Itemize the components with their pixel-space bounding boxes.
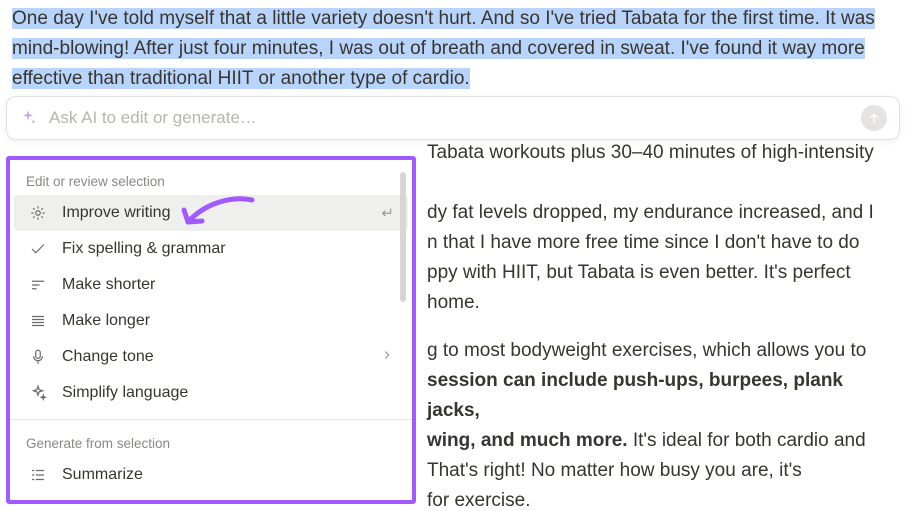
body-line: g to most bodyweight exercises, which al… [427,336,898,366]
menu-label: Make shorter [62,276,394,294]
menu-label: Improve writing [62,204,367,222]
summarize-icon [28,465,48,485]
body-line: n that I have more free time since I don… [427,228,898,258]
body-line: That's right! No matter how busy you are… [427,456,898,486]
shorter-icon [28,275,48,295]
body-line: for exercise. [427,486,898,511]
menu-label: Change tone [62,348,366,366]
body-line: wing, and much more. It's ideal for both… [427,426,898,456]
check-icon [28,239,48,259]
menu-improve-writing[interactable]: Improve writing ↵ [14,195,408,231]
sparkle-icon [28,383,48,403]
body-line: ppy with HIIT, but Tabata is even better… [427,258,898,288]
menu-change-tone[interactable]: Change tone [14,339,408,375]
menu-make-shorter[interactable]: Make shorter [14,267,408,303]
body-line: Tabata workouts plus 30–40 minutes of hi… [427,138,898,168]
body-line: dy fat levels dropped, my endurance incr… [427,198,898,228]
enter-hint-icon: ↵ [381,204,394,222]
ai-input-bar[interactable] [6,96,900,140]
menu-summarize[interactable]: Summarize [14,457,408,493]
menu-label: Simplify language [62,384,394,402]
ai-prompt-input[interactable] [47,107,851,129]
chevron-right-icon [380,348,394,366]
improve-icon [28,203,48,223]
longer-icon [28,311,48,331]
selected-text: One day I've told myself that a little v… [12,8,875,89]
menu-make-longer[interactable]: Make longer [14,303,408,339]
menu-simplify-language[interactable]: Simplify language [14,375,408,411]
selected-paragraph: One day I've told myself that a little v… [12,4,898,94]
panel-divider [10,419,412,420]
body-line: home. [427,288,898,318]
sparkle-icon [19,109,37,127]
section-edit-label: Edit or review selection [10,160,412,195]
ai-actions-panel: Edit or review selection Improve writing… [6,156,416,504]
menu-fix-spelling[interactable]: Fix spelling & grammar [14,231,408,267]
panel-scrollbar[interactable] [400,172,406,302]
send-button[interactable] [861,105,887,131]
menu-label: Make longer [62,312,394,330]
menu-label: Fix spelling & grammar [62,240,394,258]
menu-label: Summarize [62,466,394,484]
microphone-icon [28,347,48,367]
section-generate-label: Generate from selection [10,422,412,457]
body-line: session can include push-ups, burpees, p… [427,366,898,426]
